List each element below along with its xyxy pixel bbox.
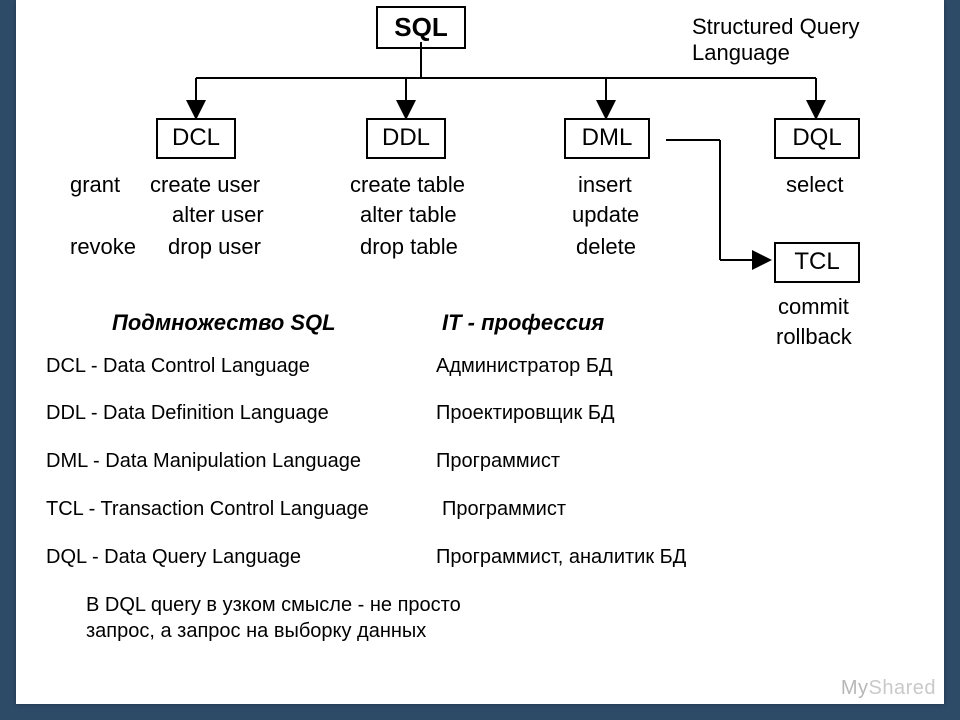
dcl-cmd: drop user xyxy=(168,234,261,260)
subset-item: DQL - Data Query Language xyxy=(46,546,301,569)
dml-cmd: update xyxy=(572,202,639,228)
profession-item: Проектировщик БД xyxy=(436,402,615,425)
dcl-cmd: create user xyxy=(150,172,260,198)
slide: SQL Structured Query Language DCL DDL DM… xyxy=(16,0,944,704)
profession-heading: IT - профессия xyxy=(442,310,604,336)
tcl-cmd: rollback xyxy=(776,324,852,350)
watermark-left: My xyxy=(841,677,869,699)
profession-item: Программист, аналитик БД xyxy=(436,546,686,569)
dcl-cmd: alter user xyxy=(172,202,264,228)
profession-item: Программист xyxy=(442,498,566,521)
ddl-cmd: alter table xyxy=(360,202,457,228)
subset-item: DDL - Data Definition Language xyxy=(46,402,329,425)
dql-cmd: select xyxy=(786,172,843,198)
note-line: В DQL query в узком смысле - не просто xyxy=(86,594,461,617)
node-sql: SQL xyxy=(376,6,466,49)
note-line: запрос, а запрос на выборку данных xyxy=(86,620,426,643)
subtitle: Structured Query Language xyxy=(692,14,944,66)
subset-heading: Подмножество SQL xyxy=(112,310,336,336)
node-dcl: DCL xyxy=(156,118,236,159)
profession-item: Программист xyxy=(436,450,560,473)
ddl-cmd: drop table xyxy=(360,234,458,260)
node-ddl: DDL xyxy=(366,118,446,159)
profession-item: Администратор БД xyxy=(436,355,613,378)
dcl-cmd: grant xyxy=(70,172,120,198)
node-dml: DML xyxy=(564,118,650,159)
dcl-cmd: revoke xyxy=(70,234,136,260)
node-tcl: TCL xyxy=(774,242,860,283)
dml-cmd: insert xyxy=(578,172,632,198)
watermark-right: Shared xyxy=(869,677,937,699)
watermark: MyShared xyxy=(841,677,936,700)
subset-item: TCL - Transaction Control Language xyxy=(46,498,369,521)
subset-item: DML - Data Manipulation Language xyxy=(46,450,361,473)
dml-cmd: delete xyxy=(576,234,636,260)
tcl-cmd: commit xyxy=(778,294,849,320)
ddl-cmd: create table xyxy=(350,172,465,198)
node-dql: DQL xyxy=(774,118,860,159)
subset-item: DCL - Data Control Language xyxy=(46,355,310,378)
